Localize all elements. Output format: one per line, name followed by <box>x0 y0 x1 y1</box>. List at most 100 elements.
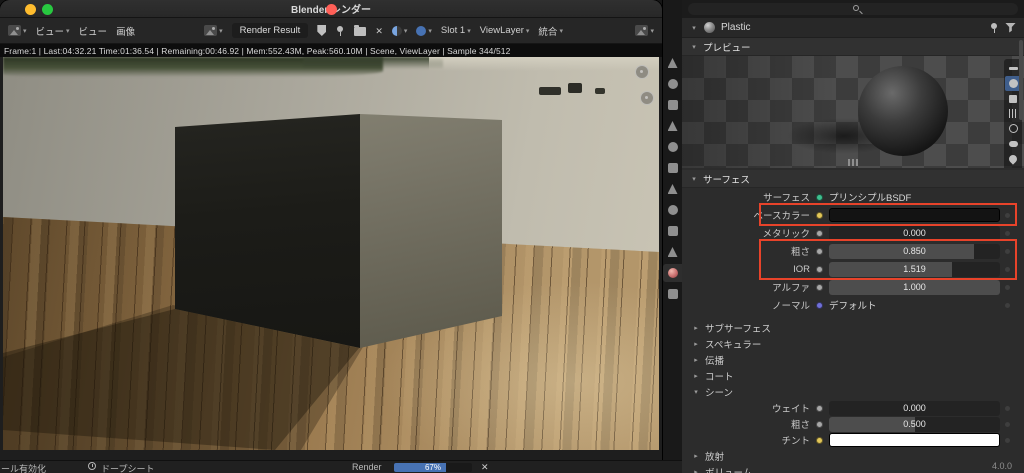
panel-closed-icon: ▸ <box>692 372 700 380</box>
chevron-down-icon: ▾ <box>467 27 471 35</box>
decorator-icon[interactable] <box>1005 406 1010 411</box>
normal-row: ノーマル デフォルト <box>682 296 1024 314</box>
tab-particles-properties[interactable] <box>663 222 682 240</box>
tab-output-properties[interactable] <box>663 96 682 114</box>
image-browse-button[interactable]: ▾ <box>204 25 223 36</box>
screen: Blender レンダー ▾ ビュー ▾ ビュー 画像 ▾ Render Res… <box>0 0 1024 473</box>
section-specular[interactable]: ▸ スペキュラー <box>682 336 1024 352</box>
decorator-icon[interactable] <box>1005 231 1010 236</box>
preview-fluid-button[interactable] <box>1005 151 1021 166</box>
display-channels-toggle[interactable]: ▾ <box>416 26 432 36</box>
open-image-icon[interactable] <box>354 27 366 36</box>
section-preview[interactable]: ▾ プレビュー <box>682 38 1024 56</box>
display-settings-button[interactable]: ▾ <box>635 25 654 36</box>
section-emission[interactable]: ▸ 放射 <box>682 448 1024 464</box>
dopesheet-editor-label[interactable]: ドープシート <box>101 462 154 473</box>
minimize-window-button[interactable] <box>25 4 36 15</box>
view-layer-select[interactable]: ViewLayer ▾ <box>480 25 530 36</box>
cancel-render-icon[interactable]: ✕ <box>481 462 489 473</box>
chevron-down-icon: ▾ <box>23 27 27 35</box>
tab-object-properties[interactable] <box>663 180 682 198</box>
rendered-image[interactable] <box>3 57 659 450</box>
sheen-roughness-row: 粗さ 0.500 <box>682 416 1024 432</box>
view-mode-select[interactable]: ビュー ▾ <box>36 24 70 38</box>
alpha-row: アルファ 1.000 <box>682 278 1024 296</box>
tab-view-layer-properties[interactable] <box>663 117 682 135</box>
search-icon <box>853 5 859 11</box>
tab-material-properties[interactable] <box>663 264 682 282</box>
hair-icon <box>1009 109 1017 118</box>
sheen-weight-slider[interactable]: 0.000 <box>829 401 1000 416</box>
section-volume[interactable]: ▸ ボリューム <box>682 464 1024 473</box>
tab-world-properties[interactable] <box>663 159 682 177</box>
sheen-roughness-slider[interactable]: 0.500 <box>829 417 1000 432</box>
render-stats-bar: Frame:1 | Last:04:32.21 Time:01:36.54 | … <box>0 44 662 57</box>
chevron-down-icon: ▾ <box>526 27 530 35</box>
window-titlebar[interactable]: Blender レンダー <box>0 0 662 18</box>
annotation-box-basecolor <box>759 203 1017 226</box>
search-input[interactable] <box>688 3 1018 15</box>
section-sheen[interactable]: ▾ シーン <box>682 384 1024 400</box>
render-result-window: Blender レンダー ▾ ビュー ▾ ビュー 画像 ▾ Render Res… <box>0 0 662 460</box>
panel-closed-icon: ▸ <box>692 340 700 348</box>
preview-shaderball-button[interactable] <box>1005 121 1021 136</box>
preview-resize-grip[interactable] <box>848 159 858 166</box>
flat-icon <box>1009 67 1018 70</box>
decorator-icon[interactable] <box>1005 303 1010 308</box>
tab-texture-properties[interactable] <box>663 285 682 303</box>
preview-cloth-button[interactable] <box>1005 136 1021 151</box>
panel-closed-icon: ▸ <box>692 356 700 364</box>
float-socket-icon <box>816 421 823 428</box>
pin-image-icon[interactable] <box>335 26 345 36</box>
render-pass-select[interactable]: 統合 ▾ <box>538 24 563 38</box>
fake-user-icon[interactable] <box>317 25 326 36</box>
section-transmission[interactable]: ▸ 伝播 <box>682 352 1024 368</box>
move-gizmo-icon[interactable] <box>640 91 654 105</box>
section-surface[interactable]: ▾ サーフェス <box>682 170 1024 188</box>
shaderball-icon <box>1009 124 1018 133</box>
zoom-gizmo-icon[interactable] <box>635 65 649 79</box>
decorator-icon[interactable] <box>1005 422 1010 427</box>
normal-field[interactable]: デフォルト <box>829 298 1000 312</box>
slot-select[interactable]: Slot 1 ▾ <box>441 25 471 36</box>
tab-physics-properties[interactable] <box>663 243 682 261</box>
tab-scene-properties[interactable] <box>663 138 682 156</box>
zoom-window-button[interactable] <box>42 4 53 15</box>
render-progress-bar: 67% <box>394 463 472 472</box>
decorator-icon[interactable] <box>1005 438 1010 443</box>
physics-icon <box>668 247 678 257</box>
editor-type-select[interactable]: ▾ <box>8 25 27 36</box>
pin-id-icon[interactable] <box>989 23 999 33</box>
tab-tool[interactable] <box>663 54 682 72</box>
dopesheet-icon <box>88 462 96 470</box>
image-name-field[interactable]: Render Result <box>232 23 309 38</box>
sheen-tint-swatch[interactable] <box>829 433 1000 447</box>
object-icon <box>668 184 678 194</box>
alpha-slider[interactable]: 1.000 <box>829 280 1000 295</box>
panel-closed-icon: ▸ <box>692 324 700 332</box>
render-job-label: Render <box>352 462 382 472</box>
section-coat[interactable]: ▸ コート <box>682 368 1024 384</box>
menu-image[interactable]: 画像 <box>116 24 135 38</box>
menu-view[interactable]: ビュー <box>79 24 108 38</box>
scene-debris <box>595 88 605 94</box>
filter-icon[interactable] <box>1005 23 1016 33</box>
scene-debris <box>539 87 561 95</box>
material-icon <box>668 268 678 278</box>
float-socket-icon <box>816 230 823 237</box>
chevron-down-icon: ▾ <box>428 27 432 35</box>
scene-trees-2 <box>303 57 443 69</box>
gizmo-toggle[interactable]: ▾ <box>392 26 408 36</box>
material-sphere-icon <box>704 22 715 33</box>
close-window-button[interactable] <box>326 4 337 15</box>
particles-icon <box>668 226 678 236</box>
panel-closed-icon: ▸ <box>692 468 700 473</box>
version-label: 4.0.0 <box>992 461 1012 471</box>
tab-modifier-properties[interactable] <box>663 201 682 219</box>
scrollbar[interactable] <box>1019 40 1023 120</box>
tab-render-properties[interactable] <box>663 75 682 93</box>
section-subsurface[interactable]: ▸ サブサーフェス <box>682 320 1024 336</box>
unlink-image-icon[interactable]: ✕ <box>375 26 383 36</box>
decorator-icon[interactable] <box>1005 285 1010 290</box>
shader-select[interactable]: プリンシプルBSDF <box>829 190 1000 204</box>
